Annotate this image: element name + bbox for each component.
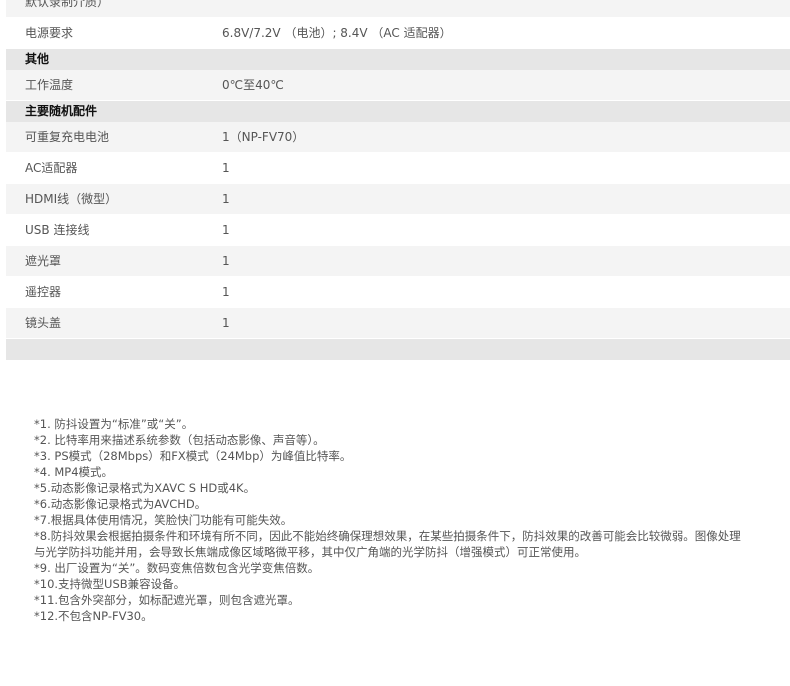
spec-table: 默认录制介质） 电源要求 6.8V/7.2V （电池）; 8.4V （AC 适配… <box>6 0 790 360</box>
spec-row-power: 电源要求 6.8V/7.2V （电池）; 8.4V （AC 适配器） <box>6 18 790 49</box>
section-title: 主要随机配件 <box>25 104 98 118</box>
spec-label: 电源要求 <box>25 26 74 40</box>
spec-label: 可重复充电电池 <box>25 130 110 144</box>
spec-label: 遥控器 <box>25 285 62 299</box>
footnote: *9. 出厂设置为“关”。数码变焦倍数包含光学变焦倍数。 <box>34 561 320 575</box>
footnotes: *1. 防抖设置为“标准”或“关”。 *2. 比特率用来描述系统参数（包括动态影… <box>34 416 754 624</box>
spec-row-temperature: 工作温度 0℃至40℃ <box>6 70 790 101</box>
footnote: *4. MP4模式。 <box>34 465 114 479</box>
spec-label: 工作温度 <box>25 78 74 92</box>
section-title: 其他 <box>25 52 50 66</box>
footnote: *3. PS模式（28Mbps）和FX模式（24Mbp）为峰值比特率。 <box>34 449 352 463</box>
spec-value: 0℃至40℃ <box>222 78 284 92</box>
spec-label: 默认录制介质） <box>25 0 110 9</box>
footnote: *2. 比特率用来描述系统参数（包括动态影像、声音等）。 <box>34 433 325 447</box>
table-footer-bar <box>6 339 790 360</box>
spec-row-accessory: 遮光罩 1 <box>6 246 790 277</box>
footnote: *12.不包含NP-FV30。 <box>34 609 153 623</box>
spec-value: 1 <box>222 192 230 206</box>
spec-row-accessory: 可重复充电电池 1（NP-FV70） <box>6 122 790 153</box>
spec-value: 1 <box>222 285 230 299</box>
spec-row-accessory: 镜头盖 1 <box>6 308 790 339</box>
footnote: *1. 防抖设置为“标准”或“关”。 <box>34 417 194 431</box>
spec-value: 1（NP-FV70） <box>222 130 305 144</box>
spec-value: 6.8V/7.2V （电池）; 8.4V （AC 适配器） <box>222 26 452 40</box>
section-header-accessories: 主要随机配件 <box>6 101 790 122</box>
footnote: *6.动态影像记录格式为AVCHD。 <box>34 497 207 511</box>
spec-value: 1 <box>222 254 230 268</box>
footnote: *10.支持微型USB兼容设备。 <box>34 577 186 591</box>
spec-row-accessory: HDMI线（微型） 1 <box>6 184 790 215</box>
spec-label: 镜头盖 <box>25 316 62 330</box>
footnote: *5.动态影像记录格式为XAVC S HD或4K。 <box>34 481 256 495</box>
footnote: *11.包含外突部分，如标配遮光罩，则包含遮光罩。 <box>34 593 300 607</box>
spec-row-accessory: 遥控器 1 <box>6 277 790 308</box>
spec-value: 1 <box>222 223 230 237</box>
section-header-other: 其他 <box>6 49 790 70</box>
footnote: *8.防抖效果会根据拍摄条件和环境有所不同，因此不能始终确保理想效果，在某些拍摄… <box>34 529 741 559</box>
footnote: *7.根据具体使用情况，笑脸快门功能有可能失效。 <box>34 513 293 527</box>
spec-label: AC适配器 <box>25 161 78 175</box>
spec-value: 1 <box>222 316 230 330</box>
spec-row-accessory: USB 连接线 1 <box>6 215 790 246</box>
spec-row-partial: 默认录制介质） <box>6 0 790 18</box>
spec-label: 遮光罩 <box>25 254 62 268</box>
spec-value: 1 <box>222 161 230 175</box>
spec-label: HDMI线（微型） <box>25 192 118 206</box>
spec-row-accessory: AC适配器 1 <box>6 153 790 184</box>
spec-label: USB 连接线 <box>25 223 90 237</box>
